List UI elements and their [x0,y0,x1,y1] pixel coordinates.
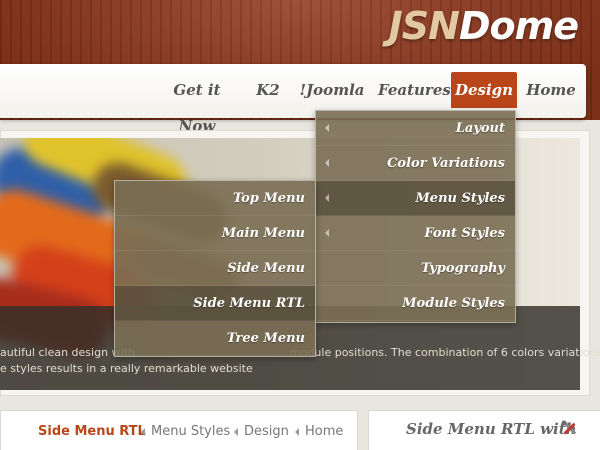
menu-item-side-menu[interactable]: Side Menu [115,251,315,286]
nav-item-home[interactable]: Home [524,72,578,108]
tools-icon [561,420,576,435]
menu-item-menu-styles[interactable]: Menu Styles [316,181,515,216]
hero-caption-line1-end: module positions. The combination of 6 c… [290,346,600,359]
arrow-left-icon [325,159,329,167]
arrow-left-icon [325,229,329,237]
nav-item-k2[interactable]: K2 [250,72,286,108]
nav-item-features[interactable]: Features [378,72,451,108]
menu-item-module-styles[interactable]: Module Styles [316,286,515,321]
site-logo[interactable]: JSNDome [389,4,579,48]
menu-item-top-menu[interactable]: Top Menu [115,181,315,216]
breadcrumb-separator-icon [295,428,299,436]
nav-item-joomla[interactable]: !Joomla [298,72,366,108]
hero-caption-line2: e styles results in a really remarkable … [0,362,253,375]
side-panel-title: Side Menu RTL with [406,420,577,438]
breadcrumb-link-home[interactable]: Home [305,424,343,439]
breadcrumb-link-menu-styles[interactable]: Menu Styles [151,424,230,439]
nav-item-get-it-now[interactable]: Get it Now [156,72,238,135]
breadcrumb-separator-icon [234,428,238,436]
menu-item-color-variations[interactable]: Color Variations [316,146,515,181]
arrow-left-icon [325,194,329,202]
breadcrumb-link-design[interactable]: Design [244,424,289,439]
breadcrumb-separator-icon [141,428,145,436]
arrow-left-icon [325,124,329,132]
menu-item-main-menu[interactable]: Main Menu [115,216,315,251]
menu-item-tree-menu[interactable]: Tree Menu [115,321,315,356]
menu-item-font-styles[interactable]: Font Styles [316,216,515,251]
nav-item-design[interactable]: Design [451,72,517,108]
menu-item-layout[interactable]: Layout [316,111,515,146]
menu-item-typography[interactable]: Typography [316,251,515,286]
breadcrumb-current: Side Menu RTL [38,424,146,439]
menu-item-side-menu-rtl[interactable]: Side Menu RTL [115,286,315,321]
